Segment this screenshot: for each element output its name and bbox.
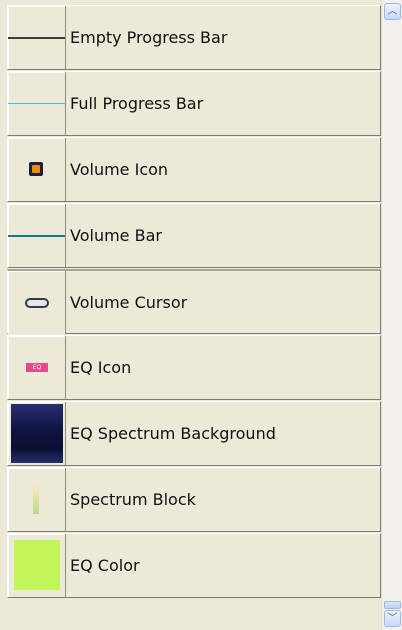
skin-element-list: Empty Progress Bar Full Progress Bar Vol… <box>7 5 381 599</box>
list-item-eq-color[interactable]: EQ Color <box>7 533 381 598</box>
thumbnail-eq-icon[interactable]: EQ <box>8 336 66 399</box>
thumbnail-volume-cursor[interactable] <box>8 271 66 334</box>
cyan-line-icon <box>8 103 65 104</box>
list-item-label: Volume Cursor <box>70 293 188 312</box>
thumbnail-volume-icon[interactable] <box>8 138 66 201</box>
eq-badge-icon: EQ <box>26 363 48 372</box>
chevron-down-icon: ﹀ <box>387 613 398 624</box>
list-item-label: EQ Spectrum Background <box>70 424 276 443</box>
pill-cursor-icon <box>25 298 49 308</box>
list-item-label: Volume Bar <box>70 226 162 245</box>
list-item-label: EQ Color <box>70 556 140 575</box>
list-item-spectrum-block[interactable]: Spectrum Block <box>7 467 381 532</box>
spectrum-block-icon <box>33 482 39 514</box>
list-item-volume-bar[interactable]: Volume Bar <box>7 203 381 268</box>
scrollbar-thumb[interactable] <box>384 601 401 609</box>
thumbnail-empty-progress-bar[interactable] <box>8 6 66 69</box>
list-item-label: Spectrum Block <box>70 490 196 509</box>
teal-line-icon <box>8 235 65 237</box>
thumbnail-full-progress-bar[interactable] <box>8 72 66 135</box>
thumbnail-spectrum-block[interactable] <box>8 468 66 531</box>
chevron-up-icon: ︿ <box>387 6 398 17</box>
list-item-volume-cursor[interactable]: Volume Cursor <box>7 269 381 334</box>
thumbnail-volume-bar[interactable] <box>8 204 66 267</box>
list-item-full-progress-bar[interactable]: Full Progress Bar <box>7 71 381 136</box>
spectrum-gradient-icon <box>11 404 63 463</box>
thumbnail-eq-color[interactable] <box>8 534 66 597</box>
dark-line-icon <box>8 37 65 39</box>
list-item-label: Volume Icon <box>70 160 169 179</box>
list-item-label: Full Progress Bar <box>70 94 204 113</box>
thumbnail-eq-spectrum-background[interactable] <box>8 402 66 465</box>
list-empty-area <box>0 598 381 630</box>
list-item-label: Empty Progress Bar <box>70 28 228 47</box>
list-item-label: EQ Icon <box>70 358 132 377</box>
skin-elements-panel: Empty Progress Bar Full Progress Bar Vol… <box>0 0 402 630</box>
color-swatch-icon <box>14 540 60 590</box>
list-item-eq-icon[interactable]: EQ EQ Icon <box>7 335 381 400</box>
list-item-volume-icon[interactable]: Volume Icon <box>7 137 381 202</box>
list-item-eq-spectrum-background[interactable]: EQ Spectrum Background <box>7 401 381 466</box>
speaker-icon <box>29 162 43 176</box>
vertical-scrollbar[interactable]: ︿ ﹀ <box>381 0 402 630</box>
list-item-empty-progress-bar[interactable]: Empty Progress Bar <box>7 5 381 70</box>
scroll-down-button[interactable]: ﹀ <box>384 610 401 627</box>
scroll-up-button[interactable]: ︿ <box>384 3 401 20</box>
